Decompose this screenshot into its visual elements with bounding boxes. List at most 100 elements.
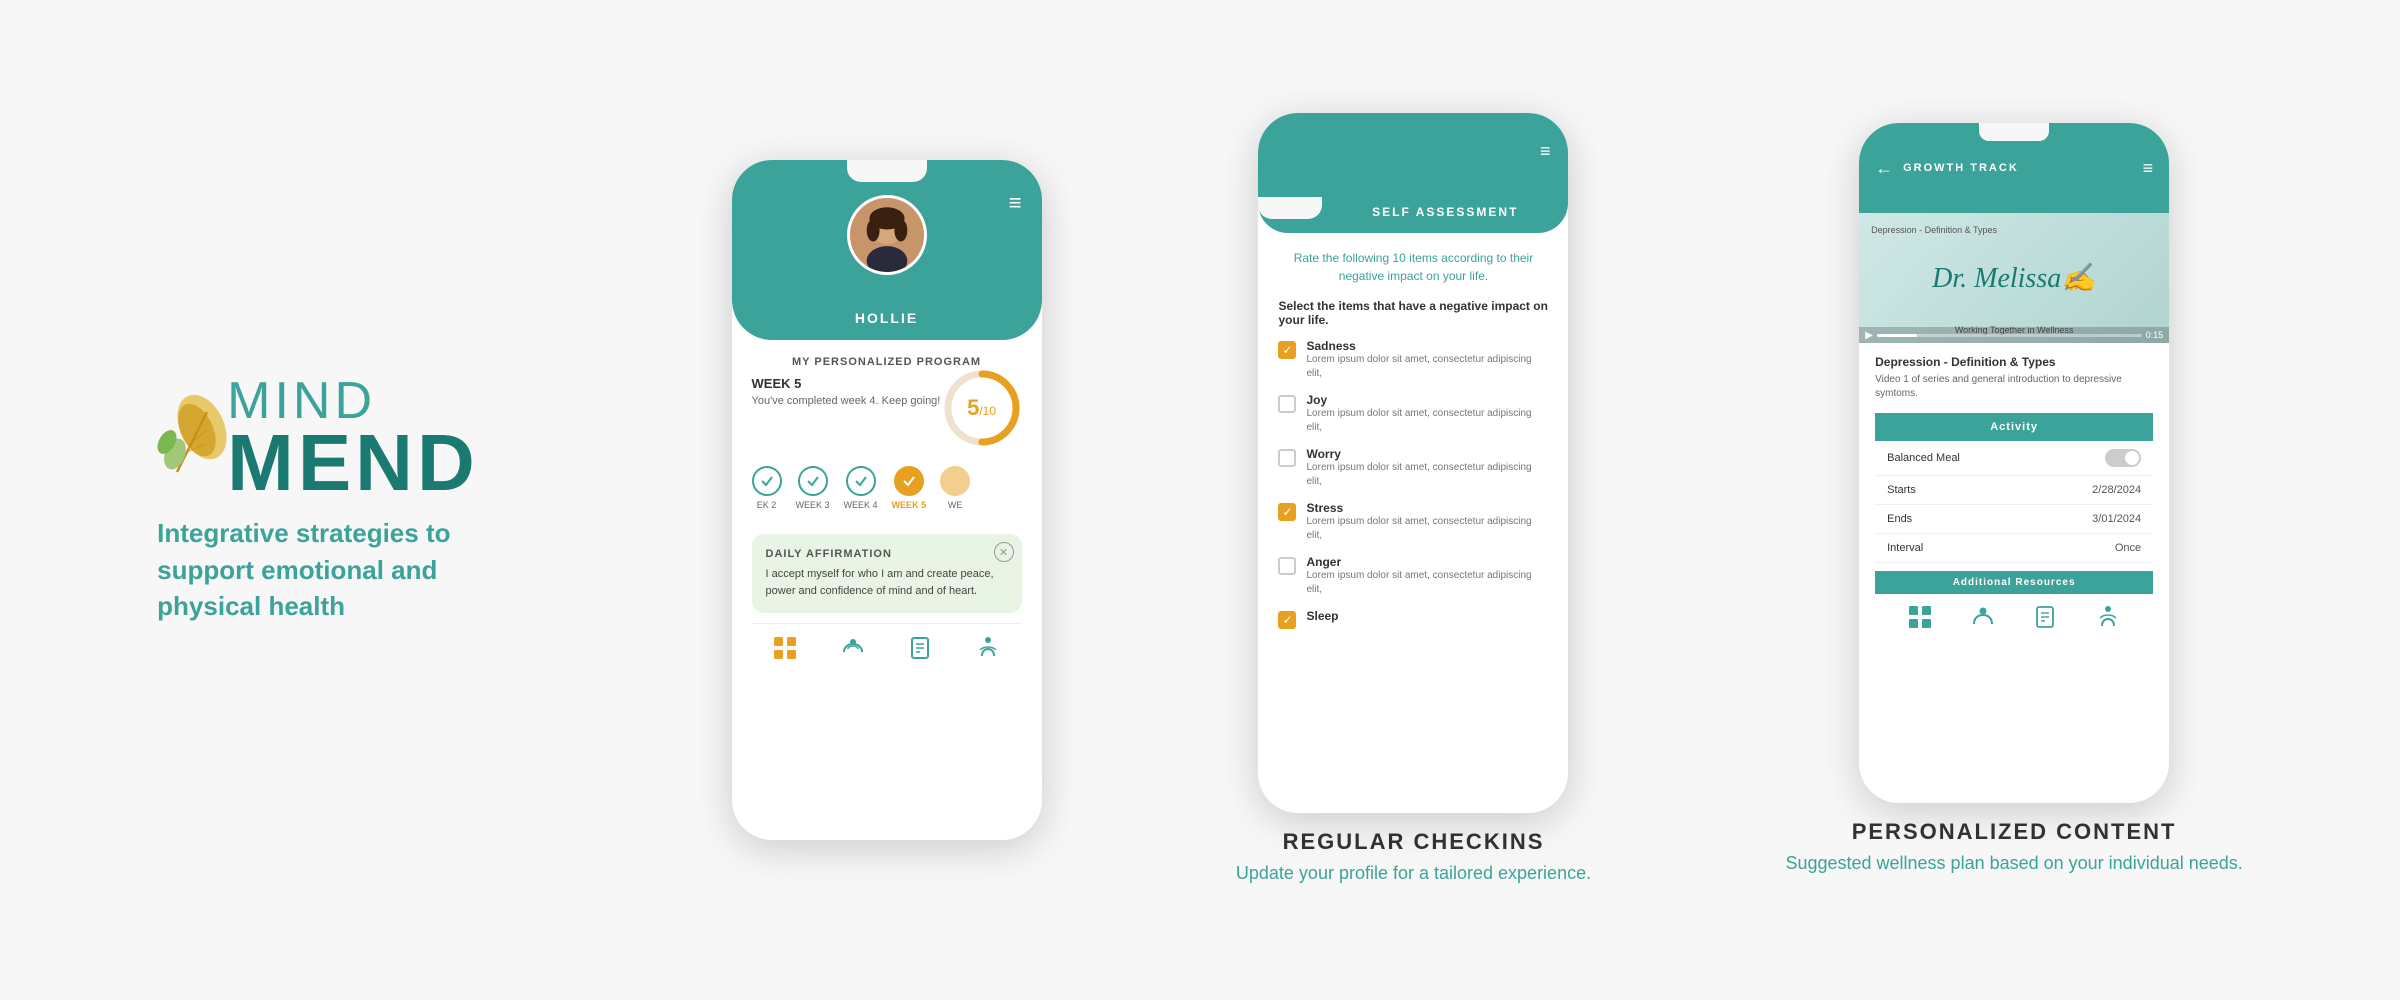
caption3-title: PERSONALIZED CONTENT <box>1785 819 2242 845</box>
tagline: Integrative strategies to support emotio… <box>157 515 477 624</box>
affirmation-text: I accept myself for who I am and create … <box>766 566 1008 599</box>
phone3-content: Depression - Definition & Types Video 1 … <box>1859 343 2169 652</box>
ends-label: Ends <box>1887 513 1912 525</box>
assess-item-joy-text: Joy Lorem ipsum dolor sit amet, consecte… <box>1306 393 1548 435</box>
phone3-notch <box>1979 123 2049 141</box>
self-assess-prompt: Rate the following 10 items according to… <box>1278 249 1548 285</box>
phone1-menu-icon[interactable]: ≡ <box>1009 190 1022 216</box>
logo-mend: MEND <box>227 427 479 499</box>
ends-value: 3/01/2024 <box>2092 513 2141 525</box>
assess-label-sleep: Sleep <box>1306 609 1338 623</box>
assess-item-sleep-text: Sleep <box>1306 609 1338 623</box>
avatar-svg <box>850 198 924 272</box>
phone1-avatar <box>847 195 927 275</box>
assess-item-sadness-text: Sadness Lorem ipsum dolor sit amet, cons… <box>1306 339 1548 381</box>
assess-item-joy[interactable]: Joy Lorem ipsum dolor sit amet, consecte… <box>1278 393 1548 435</box>
week-num-4: WEEK 4 <box>844 500 878 510</box>
week-dot-2 <box>752 466 782 496</box>
interval-label: Interval <box>1887 542 1923 554</box>
assess-label-worry: Worry <box>1306 447 1548 461</box>
video-thumbnail[interactable]: Depression - Definition & Types Dr. Meli… <box>1859 213 2169 343</box>
assess-item-anger-text: Anger Lorem ipsum dolor sit amet, consec… <box>1306 555 1548 597</box>
phone3-container: ← GROWTH TRACK ≡ Depression - Definition… <box>1785 123 2242 876</box>
activity-meal-label: Balanced Meal <box>1887 452 1960 464</box>
assess-desc-stress: Lorem ipsum dolor sit amet, consectetur … <box>1306 515 1548 543</box>
assess-label-sadness: Sadness <box>1306 339 1548 353</box>
phone3-caption: PERSONALIZED CONTENT Suggested wellness … <box>1785 819 2242 876</box>
toggle-knob <box>2125 451 2139 465</box>
week-item-next: WE <box>940 466 970 510</box>
checkbox-worry[interactable] <box>1278 449 1296 467</box>
assess-label-anger: Anger <box>1306 555 1548 569</box>
phone3-menu-icon[interactable]: ≡ <box>2143 158 2154 179</box>
assess-item-sleep[interactable]: ✓ Sleep <box>1278 609 1548 629</box>
caption2-title: REGULAR CHECKINS <box>1236 829 1591 855</box>
affirmation-title: DAILY AFFIRMATION <box>766 548 1008 560</box>
assess-item-anger[interactable]: Anger Lorem ipsum dolor sit amet, consec… <box>1278 555 1548 597</box>
assess-item-stress[interactable]: ✓ Stress Lorem ipsum dolor sit amet, con… <box>1278 501 1548 543</box>
week-item-3: WEEK 3 <box>796 466 830 510</box>
interval-value: Once <box>2115 542 2141 554</box>
checkbox-joy[interactable] <box>1278 395 1296 413</box>
resource-hands-icon[interactable] <box>1970 604 1996 630</box>
phone2-caption: REGULAR CHECKINS Update your profile for… <box>1236 829 1591 886</box>
checkbox-stress[interactable]: ✓ <box>1278 503 1296 521</box>
week-num-2: EK 2 <box>757 500 777 510</box>
page-wrapper: MIND MEND Integrative strategies to supp… <box>0 0 2400 1000</box>
phone1: ≡ HOLLIE <box>732 160 1042 840</box>
assess-item-stress-text: Stress Lorem ipsum dolor sit amet, conse… <box>1306 501 1548 543</box>
play-icon[interactable]: ▶ <box>1865 330 1873 341</box>
week-item-4: WEEK 4 <box>844 466 878 510</box>
phone1-body: MY PERSONALIZED PROGRAM WEEK 5 You've co… <box>732 340 1042 686</box>
phone1-username: HOLLIE <box>732 310 1042 326</box>
assess-item-worry[interactable]: Worry Lorem ipsum dolor sit amet, consec… <box>1278 447 1548 489</box>
logo-area: MIND MEND <box>157 375 479 499</box>
checkbox-sadness[interactable]: ✓ <box>1278 341 1296 359</box>
week-dot-next <box>940 466 970 496</box>
week-dot-5 <box>894 466 924 496</box>
phone2-header: SELF ASSESSMENT ≡ <box>1258 113 1568 233</box>
nav-journal-icon[interactable] <box>906 634 934 662</box>
content-title: Depression - Definition & Types <box>1875 355 2153 369</box>
left-section: MIND MEND Integrative strategies to supp… <box>157 375 537 624</box>
activity-ends-row: Ends 3/01/2024 <box>1875 505 2153 534</box>
resource-icons-row <box>1875 594 2153 640</box>
nav-meditation-icon[interactable] <box>974 634 1002 662</box>
balanced-meal-toggle[interactable] <box>2105 449 2141 467</box>
phone3-back-icon[interactable]: ← <box>1875 158 1893 179</box>
activity-starts-row: Starts 2/28/2024 <box>1875 476 2153 505</box>
week-num-5: WEEK 5 <box>892 500 927 510</box>
phone2-container: SELF ASSESSMENT ≡ Rate the following 10 … <box>1236 113 1591 886</box>
self-assess-instruction: Select the items that have a negative im… <box>1278 299 1548 327</box>
caption2-sub: Update your profile for a tailored exper… <box>1236 861 1591 886</box>
resource-meditation-icon[interactable] <box>2095 604 2121 630</box>
resource-journal-icon[interactable] <box>2032 604 2058 630</box>
week-timeline: EK 2 WEEK 3 WEEK 4 <box>752 456 1022 520</box>
phone3-title: GROWTH TRACK <box>1903 162 2019 174</box>
video-overlay-label: Depression - Definition & Types <box>1871 225 1997 235</box>
phone2-menu-icon[interactable]: ≡ <box>1540 141 1551 162</box>
affirmation-close-button[interactable]: ✕ <box>994 542 1014 562</box>
nav-hands-icon[interactable] <box>839 634 867 662</box>
content-desc: Video 1 of series and general introducti… <box>1875 373 2153 401</box>
phone2-notch <box>1258 197 1322 219</box>
checkbox-anger[interactable] <box>1278 557 1296 575</box>
resource-grid-icon[interactable] <box>1907 604 1933 630</box>
activity-meal-row: Balanced Meal <box>1875 441 2153 476</box>
phone2-title: SELF ASSESSMENT <box>1322 205 1568 219</box>
caption3-sub: Suggested wellness plan based on your in… <box>1785 851 2242 876</box>
video-progress-fill <box>1877 334 1917 337</box>
week-label: WEEK 5 <box>752 376 941 391</box>
additional-resources-header: Additional Resources <box>1875 571 2153 594</box>
assess-desc-joy: Lorem ipsum dolor sit amet, consectetur … <box>1306 407 1548 435</box>
week-dot-3 <box>798 466 828 496</box>
phone1-header: ≡ HOLLIE <box>732 160 1042 340</box>
nav-grid-icon[interactable] <box>771 634 799 662</box>
video-time: 0:15 <box>2146 330 2164 340</box>
starts-label: Starts <box>1887 484 1916 496</box>
checkbox-sleep[interactable]: ✓ <box>1278 611 1296 629</box>
assess-label-joy: Joy <box>1306 393 1548 407</box>
video-play-bar: ▶ 0:15 <box>1859 327 2169 343</box>
activity-header: Activity <box>1875 413 2153 441</box>
assess-item-sadness[interactable]: ✓ Sadness Lorem ipsum dolor sit amet, co… <box>1278 339 1548 381</box>
